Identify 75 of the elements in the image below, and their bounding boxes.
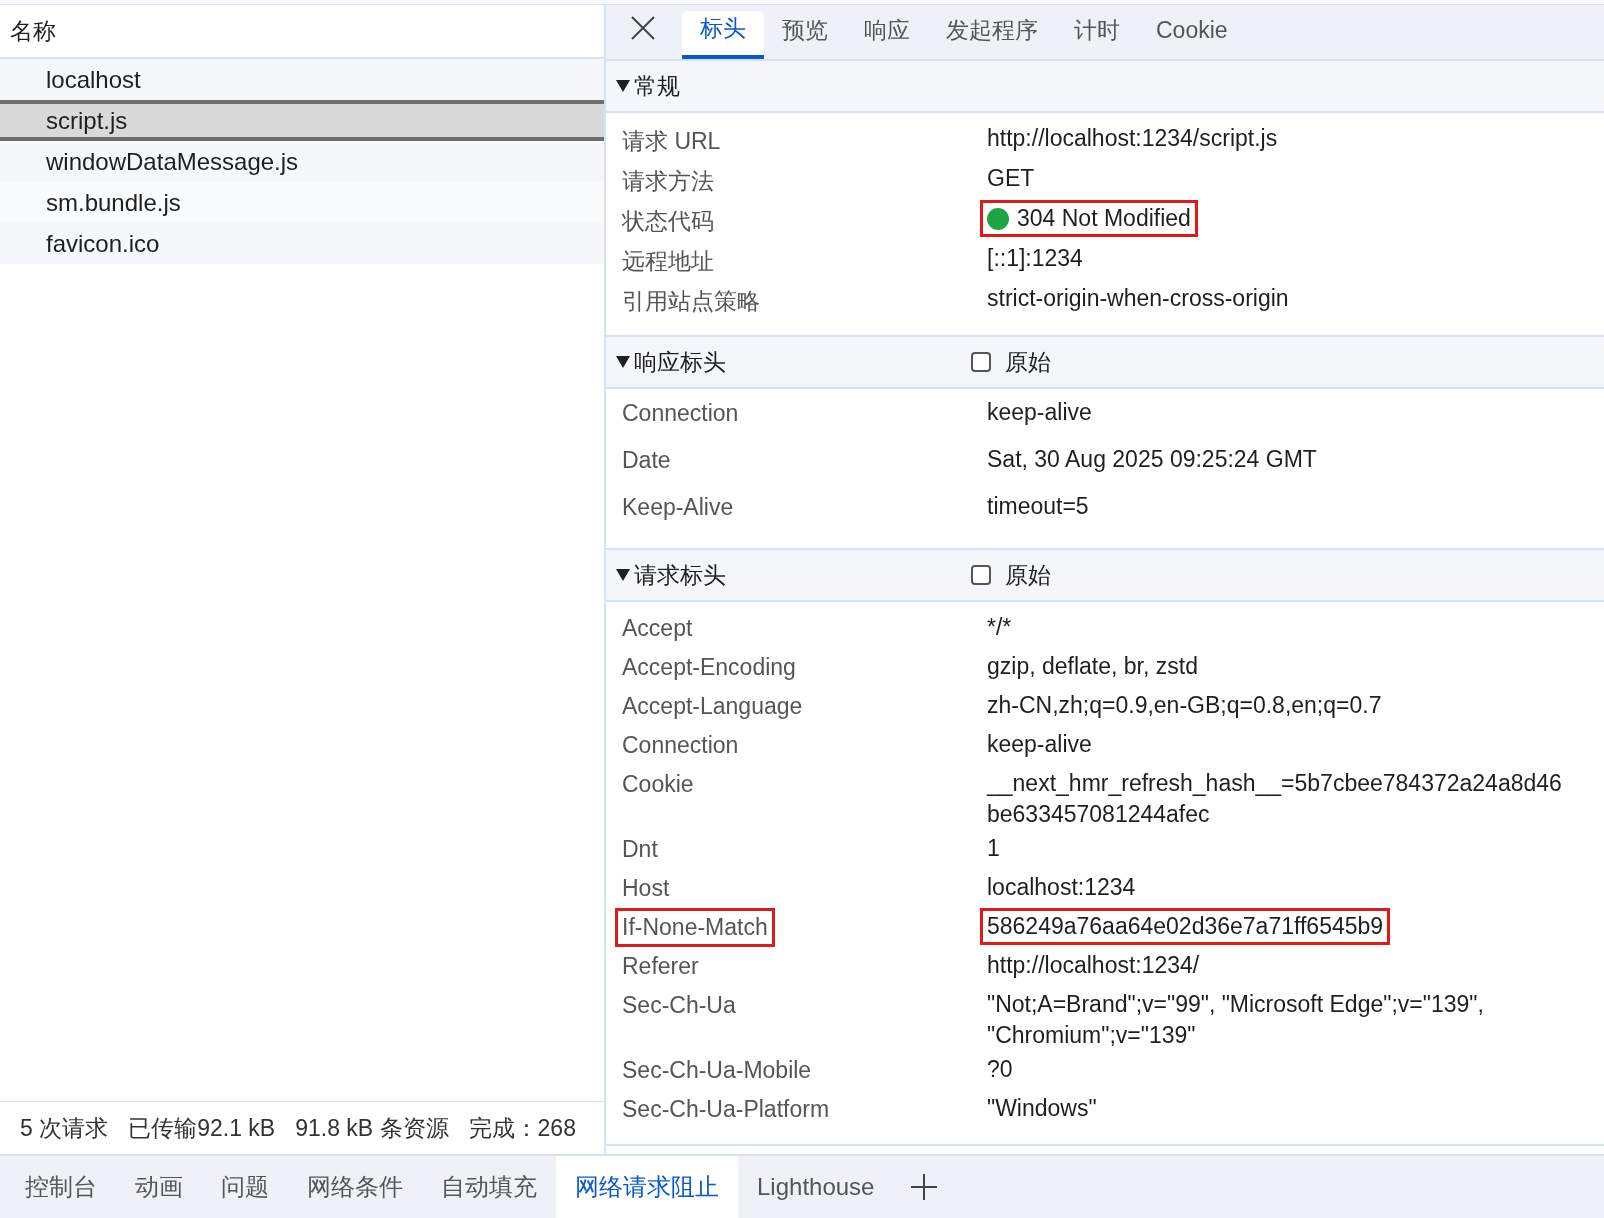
header-name: Dnt — [621, 835, 659, 864]
header-value: http://localhost:1234/ — [987, 951, 1200, 980]
triangle-icon — [616, 569, 630, 581]
header-name: Keep-Alive — [621, 493, 735, 522]
drawer-tab[interactable]: 问题 — [202, 1156, 288, 1218]
drawer-tab[interactable]: 网络条件 — [288, 1156, 422, 1218]
header-value: 586249a76aa64e02d36e7a71ff6545b9 — [987, 912, 1384, 941]
triangle-icon — [616, 356, 630, 368]
request-item[interactable]: sm.bundle.js — [0, 182, 604, 223]
summary-text: 91.8 kB 条资源 — [295, 1113, 449, 1143]
header-name: Sec-Ch-Ua-Platform — [621, 1095, 831, 1124]
drawer-tab[interactable]: 自动填充 — [422, 1156, 556, 1218]
header-value: 1 — [987, 834, 1000, 863]
header-name: 请求 URL — [621, 127, 722, 156]
header-value: be633457081244afec — [987, 800, 1211, 829]
header-value: 304 Not Modified — [1017, 204, 1191, 233]
header-value: "Not;A=Brand";v="99", "Microsoft Edge";v="139", — [987, 990, 1484, 1019]
header-value: zh-CN,zh;q=0.9,en-GB;q=0.8,en;q=0.7 — [987, 691, 1382, 720]
detail-tab[interactable]: 预览 — [764, 11, 846, 59]
request-item[interactable]: localhost — [0, 59, 604, 100]
header-name: Date — [621, 446, 672, 475]
drawer-tab[interactable]: Lighthouse — [738, 1156, 894, 1218]
header-value: keep-alive — [987, 730, 1092, 759]
header-value: timeout=5 — [987, 492, 1089, 521]
header-name: Accept — [621, 614, 694, 643]
header-name: Host — [621, 874, 671, 903]
header-value: gzip, deflate, br, zstd — [987, 652, 1198, 681]
detail-tab[interactable]: 标头 — [682, 11, 764, 59]
header-value: strict-origin-when-cross-origin — [987, 284, 1289, 313]
header-name: 请求方法 — [621, 167, 715, 196]
header-value: */* — [987, 613, 1012, 642]
detail-tab[interactable]: 计时 — [1056, 11, 1138, 59]
header-name: 引用站点策略 — [621, 287, 761, 316]
header-value: ?0 — [987, 1055, 1013, 1084]
header-name: Sec-Ch-Ua-Mobile — [621, 1056, 813, 1085]
header-name: Connection — [621, 731, 740, 760]
raw-label: 原始 — [1005, 560, 1051, 590]
request-item[interactable]: windowDataMessage.js — [0, 141, 604, 182]
header-value: Sat, 30 Aug 2025 09:25:24 GMT — [987, 445, 1317, 474]
header-name: Connection — [621, 399, 740, 428]
drawer-tab[interactable]: 网络请求阻止 — [556, 1156, 738, 1218]
header-value: "Chromium";v="139" — [987, 1021, 1197, 1050]
header-name: Sec-Ch-Ua — [621, 991, 737, 1020]
summary-text: 完成：268 — [468, 1113, 576, 1143]
drawer-tab[interactable]: 控制台 — [6, 1156, 116, 1218]
raw-label: 原始 — [1005, 347, 1051, 377]
header-name: Accept-Encoding — [621, 653, 797, 682]
summary-text: 5 次请求 — [20, 1113, 109, 1143]
detail-tab[interactable]: Cookie — [1138, 11, 1246, 59]
header-value: "Windows" — [987, 1094, 1097, 1123]
header-value: __next_hmr_refresh_hash__=5b7cbee784372a24a8d46 — [987, 769, 1562, 798]
header-name: Cookie — [621, 770, 695, 799]
header-name: If-None-Match — [615, 908, 775, 947]
header-value: keep-alive — [987, 398, 1092, 427]
header-value: localhost:1234 — [987, 873, 1136, 902]
drawer-tab[interactable]: 动画 — [116, 1156, 202, 1218]
detail-tab[interactable]: 发起程序 — [928, 11, 1056, 59]
request-item[interactable]: favicon.ico — [0, 223, 604, 264]
section-toggle[interactable]: 响应标头 — [606, 346, 971, 378]
header-name: Referer — [621, 952, 700, 981]
header-value: http://localhost:1234/script.js — [987, 124, 1278, 153]
add-icon[interactable] — [909, 1172, 940, 1202]
header-name: Accept-Language — [621, 692, 804, 721]
section-toggle[interactable]: 请求标头 — [606, 559, 971, 591]
detail-tab[interactable]: 响应 — [846, 11, 928, 59]
summary-text: 已传输92.1 kB — [128, 1113, 276, 1143]
header-name: 远程地址 — [621, 247, 715, 276]
header-value: GET — [987, 164, 1035, 193]
raw-checkbox[interactable] — [971, 565, 991, 585]
column-header: 名称 — [10, 16, 56, 46]
header-name: 状态代码 — [621, 207, 715, 236]
raw-checkbox[interactable] — [971, 352, 991, 372]
triangle-icon — [616, 80, 630, 92]
request-item[interactable]: script.js — [0, 100, 604, 141]
header-value: [::1]:1234 — [987, 244, 1083, 273]
